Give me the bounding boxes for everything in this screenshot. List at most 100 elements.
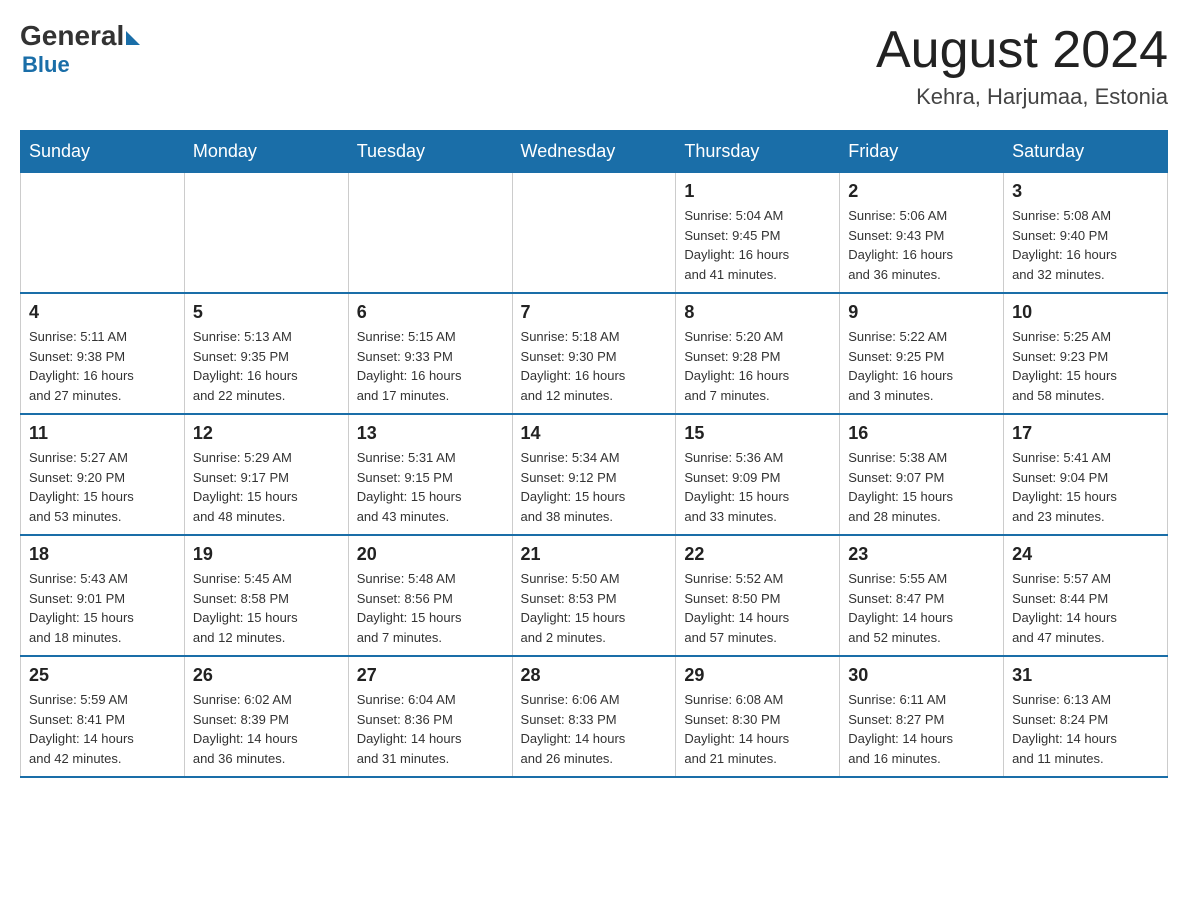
- day-info: Sunrise: 6:04 AM Sunset: 8:36 PM Dayligh…: [357, 690, 504, 768]
- day-info: Sunrise: 5:36 AM Sunset: 9:09 PM Dayligh…: [684, 448, 831, 526]
- day-number: 23: [848, 544, 995, 565]
- day-info: Sunrise: 6:06 AM Sunset: 8:33 PM Dayligh…: [521, 690, 668, 768]
- calendar-cell: [348, 173, 512, 294]
- calendar-cell: 18Sunrise: 5:43 AM Sunset: 9:01 PM Dayli…: [21, 535, 185, 656]
- calendar-cell: 13 Sunrise: 5:31 AM Sunset: 9:15 PM Dayli…: [348, 414, 512, 535]
- calendar-header-row: SundayMondayTuesdayWednesdayThursdayFrid…: [21, 131, 1168, 173]
- calendar-cell: 26 Sunrise: 6:02 AM Sunset: 8:39 PM Dayli…: [184, 656, 348, 777]
- calendar-cell: 5 Sunrise: 5:13 AM Sunset: 9:35 PM Daylig…: [184, 293, 348, 414]
- day-info: Sunrise: 5:06 AM Sunset: 9:43 PM Dayligh…: [848, 206, 995, 284]
- page-header: General Blue August 2024 Kehra, Harjumaa…: [20, 20, 1168, 110]
- calendar-cell: 11 Sunrise: 5:27 AM Sunset: 9:20 PM Dayli…: [21, 414, 185, 535]
- calendar-cell: 25 Sunrise: 5:59 AM Sunset: 8:41 PM Dayli…: [21, 656, 185, 777]
- day-info: Sunrise: 6:02 AM Sunset: 8:39 PM Dayligh…: [193, 690, 340, 768]
- logo-general-text: General: [20, 20, 124, 52]
- calendar-cell: 6Sunrise: 5:15 AM Sunset: 9:33 PM Daylig…: [348, 293, 512, 414]
- day-info: Sunrise: 5:04 AM Sunset: 9:45 PM Dayligh…: [684, 206, 831, 284]
- day-info: Sunrise: 5:55 AM Sunset: 8:47 PM Dayligh…: [848, 569, 995, 647]
- day-number: 11: [29, 423, 176, 444]
- calendar-cell: 31 Sunrise: 6:13 AM Sunset: 8:24 PM Dayli…: [1004, 656, 1168, 777]
- calendar-cell: [512, 173, 676, 294]
- day-info: Sunrise: 5:48 AM Sunset: 8:56 PM Dayligh…: [357, 569, 504, 647]
- day-number: 2: [848, 181, 995, 202]
- day-info: Sunrise: 5:18 AM Sunset: 9:30 PM Dayligh…: [521, 327, 668, 405]
- day-number: 25: [29, 665, 176, 686]
- day-header-sunday: Sunday: [21, 131, 185, 173]
- calendar-cell: 3 Sunrise: 5:08 AM Sunset: 9:40 PM Daylig…: [1004, 173, 1168, 294]
- day-header-wednesday: Wednesday: [512, 131, 676, 173]
- day-info: Sunrise: 5:34 AM Sunset: 9:12 PM Dayligh…: [521, 448, 668, 526]
- logo-blue-text: Blue: [22, 52, 70, 78]
- day-info: Sunrise: 5:25 AM Sunset: 9:23 PM Dayligh…: [1012, 327, 1159, 405]
- day-number: 5: [193, 302, 340, 323]
- day-number: 26: [193, 665, 340, 686]
- calendar-cell: 9Sunrise: 5:22 AM Sunset: 9:25 PM Daylig…: [840, 293, 1004, 414]
- calendar-cell: 8Sunrise: 5:20 AM Sunset: 9:28 PM Daylig…: [676, 293, 840, 414]
- day-info: Sunrise: 5:20 AM Sunset: 9:28 PM Dayligh…: [684, 327, 831, 405]
- day-number: 3: [1012, 181, 1159, 202]
- day-number: 19: [193, 544, 340, 565]
- calendar-cell: 23 Sunrise: 5:55 AM Sunset: 8:47 PM Dayli…: [840, 535, 1004, 656]
- calendar-cell: 24 Sunrise: 5:57 AM Sunset: 8:44 PM Dayli…: [1004, 535, 1168, 656]
- day-number: 20: [357, 544, 504, 565]
- day-header-saturday: Saturday: [1004, 131, 1168, 173]
- logo: General Blue: [20, 20, 140, 78]
- calendar-cell: 10 Sunrise: 5:25 AM Sunset: 9:23 PM Dayli…: [1004, 293, 1168, 414]
- calendar-cell: 22Sunrise: 5:52 AM Sunset: 8:50 PM Dayli…: [676, 535, 840, 656]
- day-info: Sunrise: 6:08 AM Sunset: 8:30 PM Dayligh…: [684, 690, 831, 768]
- day-number: 16: [848, 423, 995, 444]
- day-info: Sunrise: 6:11 AM Sunset: 8:27 PM Dayligh…: [848, 690, 995, 768]
- month-title: August 2024: [876, 20, 1168, 80]
- day-info: Sunrise: 5:57 AM Sunset: 8:44 PM Dayligh…: [1012, 569, 1159, 647]
- calendar-cell: 4 Sunrise: 5:11 AM Sunset: 9:38 PM Daylig…: [21, 293, 185, 414]
- calendar-cell: 21 Sunrise: 5:50 AM Sunset: 8:53 PM Dayli…: [512, 535, 676, 656]
- day-number: 21: [521, 544, 668, 565]
- day-info: Sunrise: 5:15 AM Sunset: 9:33 PM Dayligh…: [357, 327, 504, 405]
- day-number: 14: [521, 423, 668, 444]
- day-info: Sunrise: 5:27 AM Sunset: 9:20 PM Dayligh…: [29, 448, 176, 526]
- calendar-cell: 27Sunrise: 6:04 AM Sunset: 8:36 PM Dayli…: [348, 656, 512, 777]
- day-info: Sunrise: 5:31 AM Sunset: 9:15 PM Dayligh…: [357, 448, 504, 526]
- logo-arrow-icon: [126, 31, 140, 45]
- calendar-cell: 1 Sunrise: 5:04 AM Sunset: 9:45 PM Daylig…: [676, 173, 840, 294]
- day-info: Sunrise: 5:59 AM Sunset: 8:41 PM Dayligh…: [29, 690, 176, 768]
- calendar-cell: 30 Sunrise: 6:11 AM Sunset: 8:27 PM Dayli…: [840, 656, 1004, 777]
- day-info: Sunrise: 5:29 AM Sunset: 9:17 PM Dayligh…: [193, 448, 340, 526]
- calendar-cell: 17Sunrise: 5:41 AM Sunset: 9:04 PM Dayli…: [1004, 414, 1168, 535]
- day-info: Sunrise: 5:11 AM Sunset: 9:38 PM Dayligh…: [29, 327, 176, 405]
- day-header-tuesday: Tuesday: [348, 131, 512, 173]
- day-info: Sunrise: 5:13 AM Sunset: 9:35 PM Dayligh…: [193, 327, 340, 405]
- location-text: Kehra, Harjumaa, Estonia: [876, 84, 1168, 110]
- day-info: Sunrise: 5:45 AM Sunset: 8:58 PM Dayligh…: [193, 569, 340, 647]
- day-number: 4: [29, 302, 176, 323]
- day-number: 31: [1012, 665, 1159, 686]
- day-number: 17: [1012, 423, 1159, 444]
- day-info: Sunrise: 5:50 AM Sunset: 8:53 PM Dayligh…: [521, 569, 668, 647]
- calendar-week-5: 25 Sunrise: 5:59 AM Sunset: 8:41 PM Dayli…: [21, 656, 1168, 777]
- day-header-thursday: Thursday: [676, 131, 840, 173]
- calendar-table: SundayMondayTuesdayWednesdayThursdayFrid…: [20, 130, 1168, 778]
- day-header-friday: Friday: [840, 131, 1004, 173]
- day-number: 24: [1012, 544, 1159, 565]
- day-number: 13: [357, 423, 504, 444]
- calendar-cell: 12 Sunrise: 5:29 AM Sunset: 9:17 PM Dayli…: [184, 414, 348, 535]
- calendar-week-2: 4 Sunrise: 5:11 AM Sunset: 9:38 PM Daylig…: [21, 293, 1168, 414]
- day-info: Sunrise: 5:38 AM Sunset: 9:07 PM Dayligh…: [848, 448, 995, 526]
- day-number: 9: [848, 302, 995, 323]
- calendar-cell: 16 Sunrise: 5:38 AM Sunset: 9:07 PM Dayli…: [840, 414, 1004, 535]
- day-number: 29: [684, 665, 831, 686]
- calendar-cell: 28Sunrise: 6:06 AM Sunset: 8:33 PM Dayli…: [512, 656, 676, 777]
- day-number: 22: [684, 544, 831, 565]
- calendar-week-3: 11 Sunrise: 5:27 AM Sunset: 9:20 PM Dayli…: [21, 414, 1168, 535]
- calendar-cell: [184, 173, 348, 294]
- calendar-week-4: 18Sunrise: 5:43 AM Sunset: 9:01 PM Dayli…: [21, 535, 1168, 656]
- day-number: 30: [848, 665, 995, 686]
- day-number: 1: [684, 181, 831, 202]
- title-area: August 2024 Kehra, Harjumaa, Estonia: [876, 20, 1168, 110]
- day-number: 12: [193, 423, 340, 444]
- calendar-cell: 19 Sunrise: 5:45 AM Sunset: 8:58 PM Dayli…: [184, 535, 348, 656]
- day-number: 10: [1012, 302, 1159, 323]
- day-info: Sunrise: 6:13 AM Sunset: 8:24 PM Dayligh…: [1012, 690, 1159, 768]
- day-header-monday: Monday: [184, 131, 348, 173]
- day-info: Sunrise: 5:08 AM Sunset: 9:40 PM Dayligh…: [1012, 206, 1159, 284]
